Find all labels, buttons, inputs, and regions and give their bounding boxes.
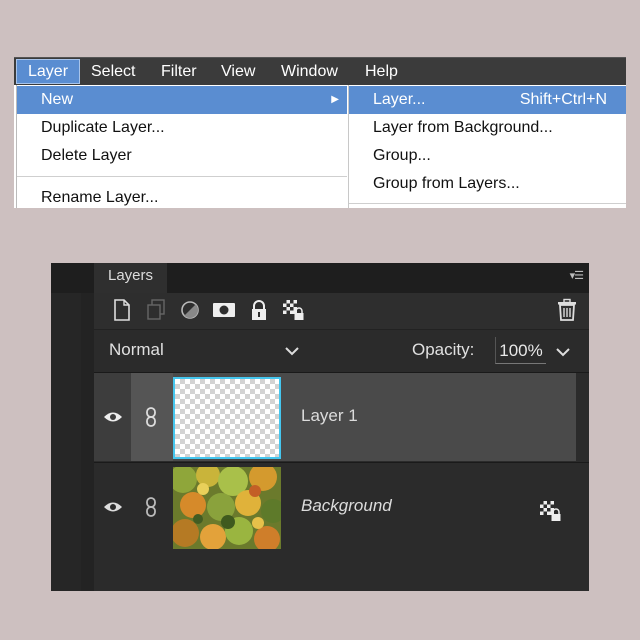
layer-menu-dropdown: New ▶ Duplicate Layer... Delete Layer Re… (16, 85, 347, 208)
chevron-down-icon[interactable] (556, 347, 570, 357)
panel-gutter-strip (81, 293, 94, 591)
menu-item-label: Duplicate Layer... (41, 119, 165, 136)
menu-item-label: Layer from Background... (373, 119, 553, 136)
menu-view[interactable]: View (221, 58, 255, 85)
opacity-label: Opacity: (412, 340, 475, 359)
menu-filter[interactable]: Filter (161, 58, 197, 85)
layer-row-background[interactable]: Background (94, 463, 576, 551)
link-icon[interactable] (145, 497, 157, 517)
menu-layer[interactable]: Layer (16, 59, 81, 84)
menu-bar: Layer Select Filter View Window Help (14, 58, 626, 85)
blend-mode-select[interactable]: Normal (109, 340, 164, 360)
lock-transparency-icon[interactable] (537, 498, 563, 524)
adjustment-layer-icon[interactable] (177, 297, 203, 323)
submenu-arrow-icon: ▶ (331, 94, 339, 105)
menu-item-label: Delete Layer (41, 147, 132, 164)
eye-icon[interactable] (103, 410, 123, 424)
lock-all-icon[interactable] (246, 297, 272, 323)
link-cell (131, 463, 173, 551)
layer-name[interactable]: Background (301, 496, 392, 516)
new-group-icon[interactable] (143, 297, 169, 323)
menu-item-label: Layer... (373, 91, 426, 108)
menu-item-duplicate-layer[interactable]: Duplicate Layer... (17, 114, 347, 142)
layer-thumbnail-photo[interactable] (173, 467, 281, 549)
menu-screenshot: Layer Select Filter View Window Help New… (14, 57, 626, 208)
link-icon[interactable] (145, 407, 157, 427)
panel-tab-strip: Layers ▾☰ (51, 263, 589, 293)
submenu-item-layer-from-background[interactable]: Layer from Background... (349, 114, 626, 142)
tab-layers[interactable]: Layers (94, 263, 167, 293)
panel-menu-icon[interactable]: ▾☰ (570, 269, 584, 282)
layer-mask-icon[interactable] (211, 297, 237, 323)
menu-select[interactable]: Select (91, 58, 135, 85)
trash-icon[interactable] (554, 297, 580, 323)
submenu-item-group-from-layers[interactable]: Group from Layers... (349, 170, 626, 198)
layers-panel: Layers ▾☰ Normal Opacity: 100% Layer 1 B… (51, 263, 589, 591)
opacity-input[interactable]: 100% (495, 337, 546, 364)
link-cell (131, 373, 173, 461)
visibility-cell (94, 373, 131, 461)
menu-separator (17, 176, 347, 177)
layer-row-layer-1[interactable]: Layer 1 (94, 373, 576, 461)
menu-item-label: Group from Layers... (373, 175, 520, 192)
blend-options-row: Normal Opacity: 100% (94, 329, 589, 373)
layers-toolbar (94, 293, 589, 329)
menu-item-shortcut: Shift+Ctrl+N (519, 91, 607, 108)
eye-icon[interactable] (103, 500, 123, 514)
layer-thumbnail-transparent[interactable] (173, 377, 281, 459)
submenu-item-new-layer[interactable]: Layer... Shift+Ctrl+N (349, 86, 626, 114)
menu-item-new[interactable]: New ▶ (17, 86, 347, 114)
layer-name[interactable]: Layer 1 (301, 406, 358, 426)
submenu-item-group[interactable]: Group... (349, 142, 626, 170)
new-submenu: Layer... Shift+Ctrl+N Layer from Backgro… (348, 85, 626, 208)
menu-item-label: Group... (373, 147, 431, 164)
menu-item-label: Rename Layer... (41, 189, 159, 206)
menu-help[interactable]: Help (365, 58, 398, 85)
new-layer-icon[interactable] (109, 297, 135, 323)
menu-item-delete-layer[interactable]: Delete Layer (17, 142, 347, 170)
chevron-down-icon[interactable] (285, 346, 299, 356)
lock-transparency-icon[interactable] (280, 297, 306, 323)
menu-item-rename-layer[interactable]: Rename Layer... (17, 184, 347, 208)
menu-window[interactable]: Window (281, 58, 338, 85)
visibility-cell (94, 463, 131, 551)
menu-item-label: New (41, 91, 74, 108)
menu-separator (349, 203, 626, 204)
